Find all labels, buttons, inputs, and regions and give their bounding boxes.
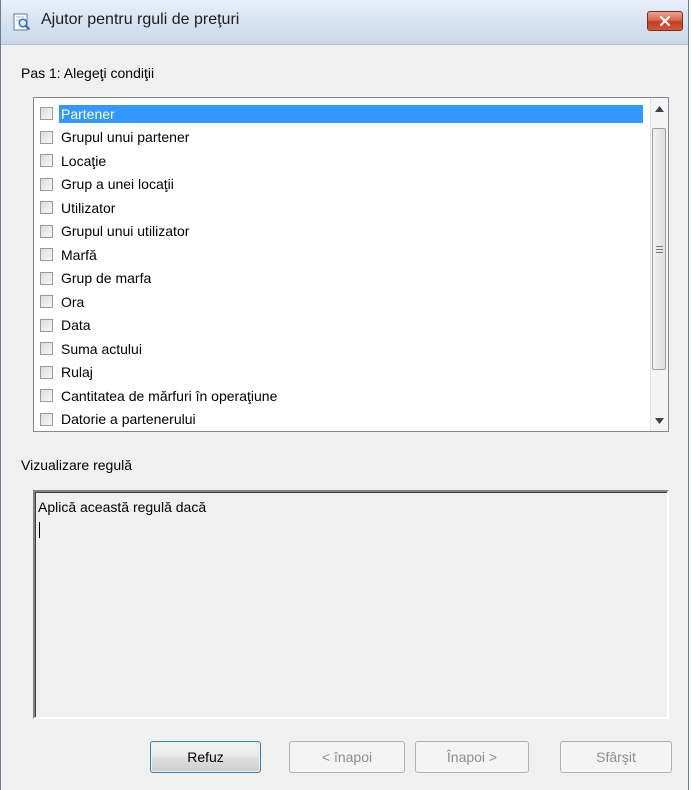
preview-label: Vizualizare regulă [21, 457, 133, 473]
condition-checkbox[interactable] [40, 271, 53, 285]
condition-checkbox[interactable] [40, 154, 53, 168]
condition-checkbox[interactable] [40, 365, 53, 379]
condition-checkbox[interactable] [40, 318, 53, 332]
condition-item[interactable]: Grupul unui utilizator [36, 220, 643, 244]
next-button[interactable]: Înapoi > [415, 741, 529, 773]
rule-preview-text: Aplică această regulă dacă [38, 499, 207, 515]
condition-item[interactable]: Grup a unei locaţii [36, 173, 643, 197]
condition-item[interactable]: Datorie a partenerului [36, 408, 643, 432]
condition-item[interactable]: Partener [36, 102, 643, 126]
condition-item[interactable]: Grupul unui partener [36, 126, 643, 150]
condition-item[interactable]: Marfă [36, 243, 643, 267]
condition-item[interactable]: Locaţie [36, 149, 643, 173]
title-bar[interactable]: Ajutor pentru rguli de preţuri [1, 0, 688, 45]
close-button[interactable] [647, 11, 683, 31]
condition-item[interactable]: Data [36, 314, 643, 338]
scroll-down-arrow-icon[interactable] [651, 412, 668, 429]
wizard-dialog: Ajutor pentru rguli de preţuri Pas 1: Al… [0, 0, 689, 790]
condition-label: Ora [61, 293, 85, 310]
step-title: Pas 1: Alegeţi condiţii [21, 65, 155, 81]
condition-checkbox[interactable] [40, 389, 53, 403]
condition-checkbox[interactable] [40, 130, 53, 144]
conditions-list-items: Partener Grupul unui partener Locaţie Grup … [36, 102, 643, 431]
condition-checkbox[interactable] [40, 342, 53, 356]
condition-label: Utilizator [61, 199, 116, 216]
condition-checkbox[interactable] [40, 412, 53, 426]
search-document-icon [13, 13, 31, 31]
back-button[interactable]: < înapoi [289, 741, 405, 773]
condition-item[interactable]: Grup de marfa [36, 267, 643, 291]
condition-label: Grup de marfa [61, 270, 152, 287]
condition-label: Locaţie [61, 152, 107, 169]
scrollbar-thumb[interactable] [652, 128, 666, 370]
condition-checkbox[interactable] [40, 177, 53, 191]
finish-button[interactable]: Sfârşit [560, 741, 672, 773]
conditions-list[interactable]: Partener Grupul unui partener Locaţie Grup … [33, 97, 669, 432]
condition-item[interactable]: Utilizator [36, 196, 643, 220]
grip-icon [655, 245, 663, 253]
condition-checkbox[interactable] [40, 201, 53, 215]
condition-label: Grupul unui partener [61, 129, 190, 146]
close-icon [659, 15, 671, 27]
condition-item[interactable]: Ora [36, 290, 643, 314]
condition-item[interactable]: Suma actului [36, 337, 643, 361]
condition-label: Grupul unui utilizator [61, 223, 190, 240]
condition-item[interactable]: Cantitatea de mărfuri în operaţiune [36, 384, 643, 408]
condition-label: Datorie a partenerului [61, 411, 196, 428]
text-caret [39, 522, 40, 538]
condition-label: Cantitatea de mărfuri în operaţiune [61, 387, 278, 404]
condition-label: Suma actului [61, 340, 142, 357]
condition-label: Data [61, 317, 91, 334]
condition-item[interactable]: Rulaj [36, 361, 643, 385]
condition-label: Partener [59, 104, 643, 123]
vertical-scrollbar[interactable] [650, 98, 668, 431]
rule-preview-box[interactable]: Aplică această regulă dacă [33, 490, 669, 719]
condition-label: Grup a unei locaţii [61, 176, 174, 193]
window-title: Ajutor pentru rguli de preţuri [41, 11, 240, 28]
cancel-button[interactable]: Refuz [150, 741, 261, 773]
scroll-up-arrow-icon[interactable] [651, 100, 668, 117]
condition-checkbox[interactable] [40, 295, 53, 309]
condition-checkbox[interactable] [40, 107, 53, 121]
condition-label: Rulaj [61, 364, 93, 381]
condition-checkbox[interactable] [40, 224, 53, 238]
condition-checkbox[interactable] [40, 248, 53, 262]
condition-label: Marfă [61, 246, 97, 263]
